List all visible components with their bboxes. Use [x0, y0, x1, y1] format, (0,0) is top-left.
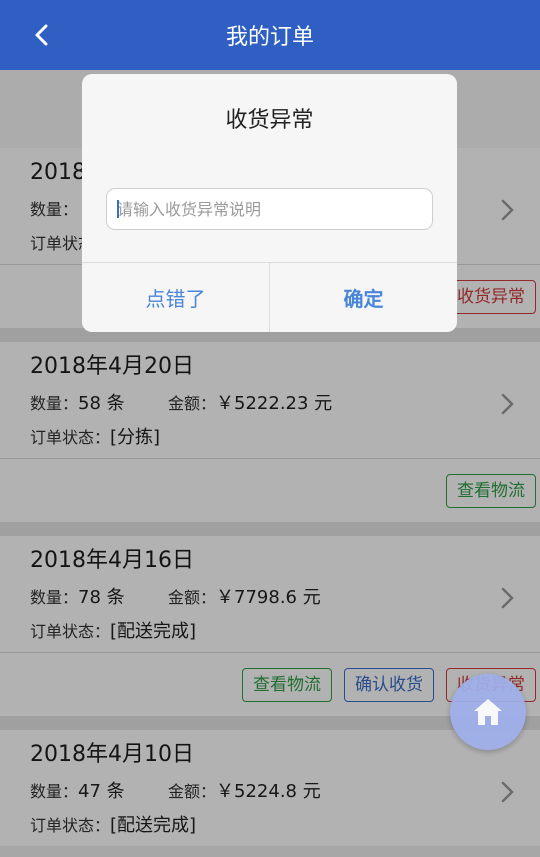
back-chevron-icon[interactable]	[30, 22, 56, 48]
dialog-actions: 点错了 确定	[82, 262, 457, 332]
page-title: 我的订单	[225, 25, 314, 50]
home-button[interactable]	[450, 674, 526, 750]
exception-note-input[interactable]	[106, 188, 433, 230]
dialog-title: 收货异常	[225, 108, 314, 133]
receipt-exception-dialog: 收货异常 点错了 确定	[82, 74, 457, 332]
home-icon	[474, 699, 502, 725]
app-header: 我的订单	[0, 0, 540, 70]
text-caret	[117, 200, 119, 218]
cancel-button[interactable]: 点错了	[82, 263, 269, 332]
confirm-button[interactable]: 确定	[269, 263, 457, 332]
